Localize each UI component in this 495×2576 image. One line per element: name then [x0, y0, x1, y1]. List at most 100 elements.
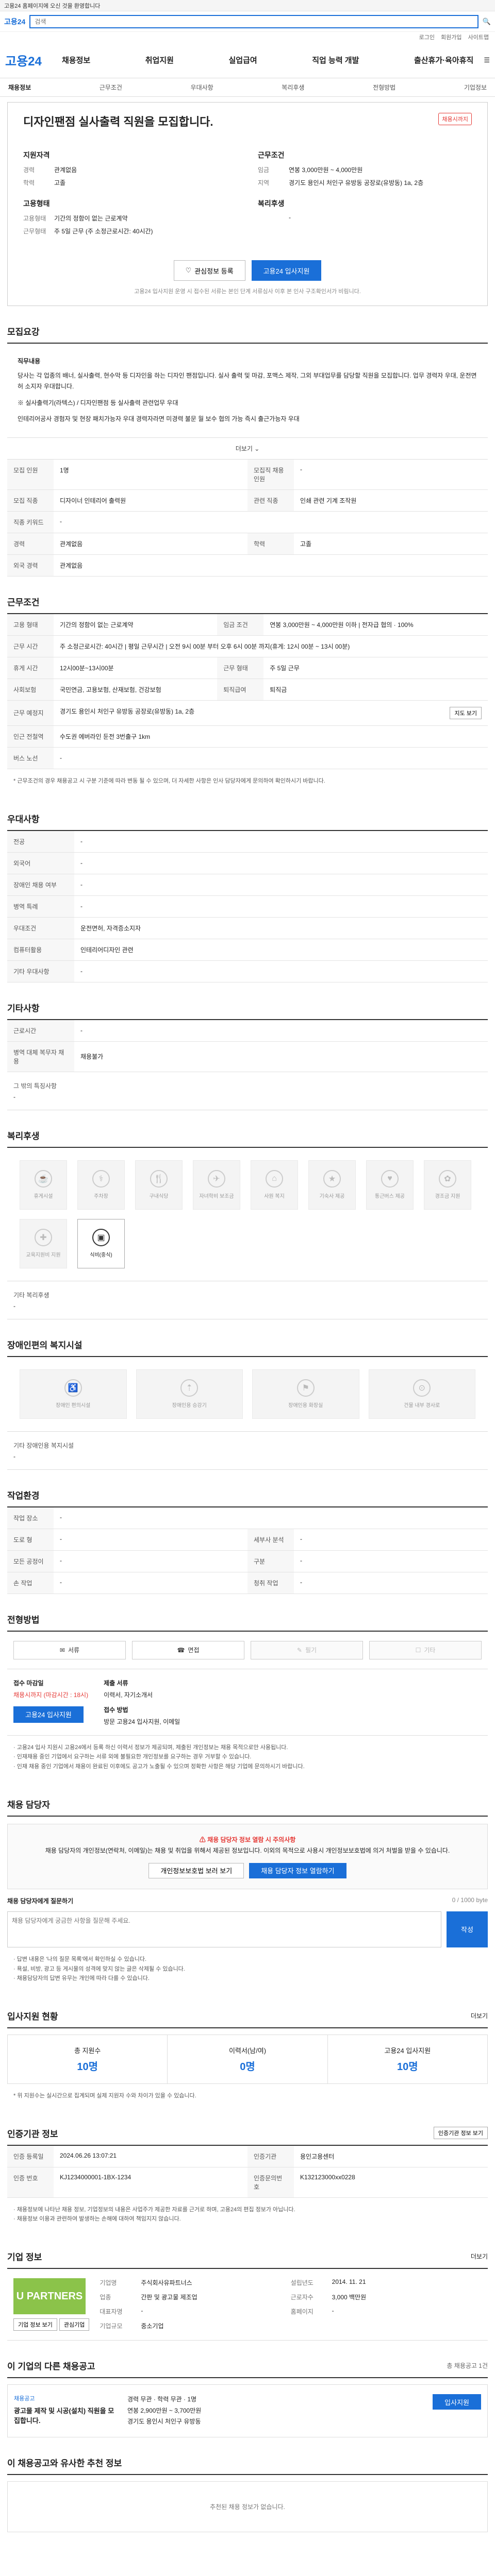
kv-value: 경기도 용인시 처인구 유방동 공장로(유방동) 1a, 2층 [289, 179, 424, 187]
site-logo[interactable]: 고용24 [5, 51, 52, 69]
cell-value: 간판 및 광고물 제조업 [141, 2294, 197, 2301]
view-contact-button[interactable]: 채용 담당자 정보 열람하기 [249, 1862, 346, 1878]
gnb-item-jobs[interactable]: 채용정보 [62, 55, 90, 65]
summary-work-title: 근무조건 [258, 151, 285, 159]
kv-key: 지역 [258, 179, 270, 187]
util-sitemap[interactable]: 사이트맵 [468, 33, 489, 41]
gnb-item-benefit[interactable]: 실업급여 [229, 55, 257, 65]
docs-label: 제출 서류 [104, 1679, 128, 1687]
search-logo[interactable]: 고용24 [4, 16, 25, 27]
gnb-item-support[interactable]: 취업지원 [145, 55, 174, 65]
registration-table: 인증 등록일 2024.06.26 13:07:21 인증기관 용인고용센터 인증 번… [7, 2145, 488, 2198]
cell-key: 청취 작업 [248, 1572, 294, 1594]
note-line: · 고용24 입사 지원시 고용24에서 등록 하신 이력서 정보가 제공되며,… [13, 1744, 288, 1751]
recommend-empty: 추천된 채용 정보가 없습니다. [7, 2481, 488, 2532]
apply-button-2[interactable]: 고용24 입사지원 [13, 1706, 84, 1723]
welfare-tile: 🍴 구내식당 [135, 1160, 183, 1210]
other-job-apply-button[interactable]: 입사지원 [433, 2394, 481, 2410]
qa-submit-button[interactable]: 작성 [447, 1911, 488, 1947]
alert-icon: ⚠ [199, 1836, 206, 1843]
other-job-title[interactable]: 광고물 제작 및 시공(설치) 직원을 모집합니다. [14, 2405, 117, 2425]
stat-total: 총 지원수 10명 [8, 2035, 168, 2083]
elevator-icon: ⇡ [180, 1379, 199, 1397]
envelope-icon: ✉ [59, 1646, 65, 1654]
welfare-tile: ✚ 교육지원비 지원 [20, 1218, 67, 1268]
cell-key: 병역 특례 [7, 895, 74, 918]
kv-key: 경력 [23, 166, 35, 174]
other-job-meta: 경력 무관 · 학력 무관 · 1명 연봉 2,900만원 ~ 3,700만원 … [127, 2394, 422, 2428]
util-signup[interactable]: 회원가입 [441, 33, 461, 41]
cell-value: - [332, 2307, 334, 2315]
method-other: ☐ 기타 [369, 1640, 482, 1659]
duty-more-button[interactable]: 더보기 ⌄ [7, 438, 488, 460]
registration-info-button[interactable]: 인증기관 정보 보기 [433, 2127, 488, 2140]
house-icon: ⌂ [266, 1170, 283, 1188]
gnb-item-training[interactable]: 직업 능력 개발 [312, 55, 359, 65]
cell-key: 근무 형태 [217, 657, 264, 679]
other-jobs-header: 이 기업의 다른 채용공고 총 채용공고 1건 [7, 2359, 488, 2379]
tile-label: 자녀학비 보조금 [199, 1194, 234, 1200]
cell-key: 모집 인원 [7, 459, 54, 490]
menu-icon[interactable]: ☰ [484, 56, 490, 64]
cell-value: 경기도 용인시 처인구 유방동 공장로(유방동) 1a, 2층 지도 보기 [54, 700, 488, 726]
chevron-down-icon: ⌄ [254, 445, 260, 452]
apply-button[interactable]: 고용24 입사지원 [251, 260, 322, 281]
company-more-link[interactable]: 더보기 [471, 2252, 488, 2261]
cell-key: 세부사 분석 [248, 1529, 294, 1551]
apply-note: 고용24 입사지원 운영 시 접수된 서류는 본인 단계 서류심사 이후 본 인… [134, 289, 361, 295]
search-icon[interactable]: 🔍 [483, 18, 491, 26]
cell-key: 기업명 [100, 2279, 117, 2287]
tab-company[interactable]: 기업정보 [464, 83, 487, 92]
util-login[interactable]: 로그인 [419, 33, 435, 41]
kv-value: 연봉 3,000만원 ~ 4,000만원 [289, 166, 363, 174]
gnb-item-leave[interactable]: 출산휴가·육아휴직 [414, 55, 473, 65]
company-fav-button[interactable]: 관심기업 [59, 2318, 90, 2331]
disability-tile: ⚑ 장애인용 화장실 [252, 1369, 359, 1419]
cell-key: 작업 장소 [7, 1507, 54, 1529]
search-input[interactable] [29, 14, 478, 28]
status-stats: 총 지원수 10명 이력서(남/여) 0명 고용24 입사지원 10명 [7, 2034, 488, 2084]
kv-value: - [289, 214, 291, 221]
job-title: 디자인팬점 실사출력 직원을 모집합니다. [23, 115, 213, 128]
more-label: 더보기 [235, 445, 253, 452]
status-note: * 위 지원수는 실시간으로 집계되며 실제 지원자 수와 차이가 있을 수 있… [13, 2092, 196, 2099]
registration-notes: · 채용정보에 나타난 채용 정보, 기업정보의 내용은 사업주가 제공한 자료… [7, 2198, 488, 2231]
deadline-label: 접수 마감일 [13, 1679, 44, 1687]
cell-value: - [54, 1551, 248, 1572]
summary-type-title: 고용형태 [23, 199, 50, 208]
scrap-button[interactable]: ♡ 관심정보 등록 [173, 260, 245, 281]
map-button[interactable]: 지도 보기 [450, 706, 482, 719]
company-info: U PARTNERS 기업 정보 보기 관심기업 기업명 주식회사유파트너스 설립년… [7, 2269, 488, 2341]
company-info-button[interactable]: 기업 정보 보기 [13, 2318, 57, 2331]
pref-table: 전공 - 외국어 - 장애인 채용 여부 - 병역 특례 - 우대조건 운전면허, 자격증… [7, 831, 488, 982]
cell-value: - [294, 1529, 488, 1551]
cell-key: 모집직 채용 인원 [248, 459, 294, 490]
tab-work[interactable]: 근무조건 [100, 83, 122, 92]
cell-key: 전공 [7, 831, 74, 853]
heart-icon: ♥ [381, 1170, 399, 1188]
tab-selection[interactable]: 전형방법 [373, 83, 395, 92]
cell-value: 디자이너 인테리어 출력원 [54, 490, 248, 512]
kv-key [258, 214, 289, 221]
cell-key: 대표자명 [100, 2308, 123, 2316]
summary-right: 근무조건 임금 연봉 3,000만원 ~ 4,000만원 지역 경기도 용인시 처인… [258, 150, 472, 240]
meta-line: 경력 무관 · 학력 무관 · 1명 [127, 2396, 197, 2403]
cell-value: 관계없음 [54, 533, 248, 555]
status-more-link[interactable]: 더보기 [471, 2011, 488, 2020]
other-job-card[interactable]: 채용공고 광고물 제작 및 시공(설치) 직원을 모집합니다. 경력 무관 · … [7, 2384, 488, 2437]
tile-label: 교육지원비 지원 [26, 1252, 61, 1259]
method-interview: ☎ 면접 [132, 1640, 244, 1659]
tab-pref[interactable]: 우대사항 [191, 83, 213, 92]
note-line: · 욕설, 비방, 광고 등 게시물의 성격에 맞지 않는 글은 삭제될 수 있… [13, 1965, 185, 1972]
tab-welfare[interactable]: 복리후생 [282, 83, 304, 92]
welfare-tile-active: ▣ 식비(중식) [77, 1218, 125, 1268]
stat-value: 10명 [397, 2061, 418, 2073]
tab-recruit[interactable]: 채용정보 [8, 83, 31, 92]
privacy-warning: ⚠ 채용 담당자 정보 열람 시 주의사항 채용 담당자의 개인정보(연락처, … [7, 1823, 488, 1889]
company-grid: 기업명 주식회사유파트너스 설립년도 2014. 11. 21 업종 간판 및 광고물 … [100, 2278, 482, 2331]
privacy-law-button[interactable]: 개인정보보호법 보러 보기 [148, 1862, 244, 1878]
qa-textarea[interactable] [7, 1911, 441, 1947]
cell-value: 퇴직금 [263, 679, 488, 701]
cell-key: 직종 키워드 [7, 511, 54, 533]
cell-key: 인증기관 [248, 2145, 294, 2167]
